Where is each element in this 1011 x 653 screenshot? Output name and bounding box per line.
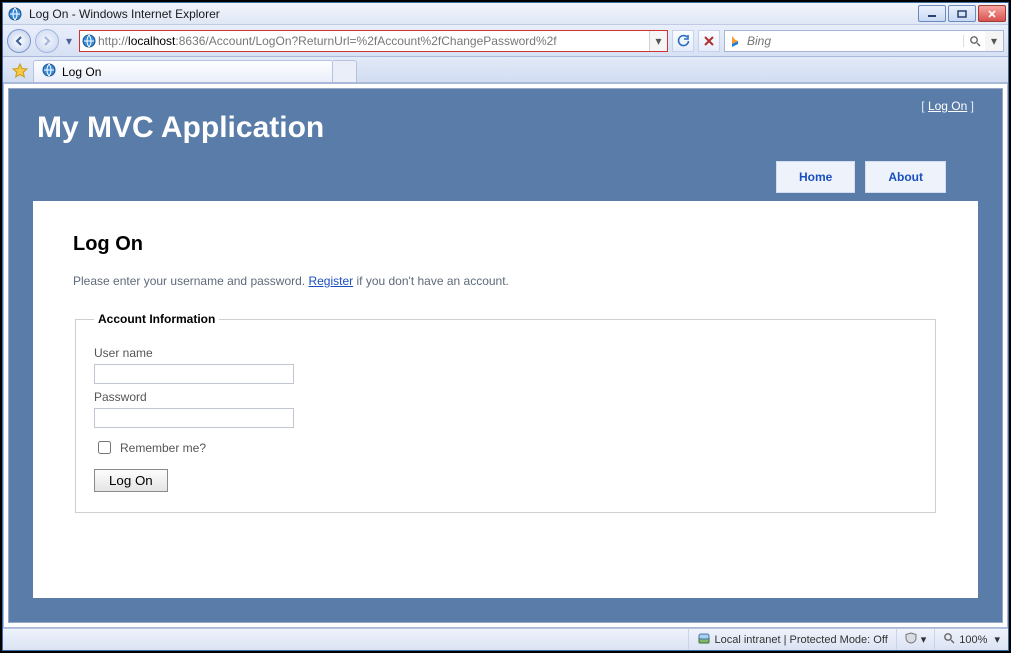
titlebar: Log On - Windows Internet Explorer (3, 3, 1008, 25)
page-icon (80, 34, 98, 48)
password-input[interactable] (94, 408, 294, 428)
favorites-button[interactable] (7, 60, 33, 82)
refresh-button[interactable] (672, 30, 694, 52)
tab-title: Log On (62, 65, 101, 79)
search-go-button[interactable] (963, 35, 985, 47)
zone-text: Local intranet | Protected Mode: Off (715, 634, 888, 646)
instructions-post: if you don't have an account. (353, 274, 509, 288)
remember-checkbox[interactable] (98, 441, 111, 454)
search-dropdown[interactable]: ▾ (985, 31, 1003, 51)
page-heading: Log On (73, 233, 938, 256)
url-input[interactable]: http://localhost:8636/Account/LogOn?Retu… (98, 31, 649, 51)
instructions: Please enter your username and password.… (73, 274, 938, 288)
new-tab-button[interactable] (333, 60, 357, 82)
username-input[interactable] (94, 364, 294, 384)
url-rest: :8636/Account/LogOn?ReturnUrl=%2fAccount… (175, 34, 556, 48)
back-button[interactable] (7, 29, 31, 53)
address-dropdown[interactable]: ▾ (649, 31, 667, 51)
remember-label: Remember me? (120, 441, 206, 455)
address-toolbar: ▾ http://localhost:8636/Account/LogOn?Re… (3, 25, 1008, 57)
minimize-button[interactable] (918, 5, 946, 22)
address-bar: http://localhost:8636/Account/LogOn?Retu… (79, 30, 668, 52)
stop-button[interactable] (698, 30, 720, 52)
fieldset-legend: Account Information (94, 312, 219, 326)
zone-icon (697, 631, 711, 648)
logon-link[interactable]: Log On (928, 99, 967, 113)
page-body: Log On Please enter your username and pa… (33, 201, 978, 598)
page-header: [ Log On ] My MVC Application Home About (9, 89, 1002, 201)
bracket-right: ] (967, 99, 974, 113)
security-settings-button[interactable]: ▾ (896, 629, 935, 650)
zoom-value: 100% (959, 634, 987, 646)
main-nav: Home About (37, 161, 974, 197)
close-button[interactable] (978, 5, 1006, 22)
tab-strip: Log On (3, 57, 1008, 83)
remember-row: Remember me? (94, 438, 917, 457)
search-input[interactable] (745, 33, 963, 49)
bracket-left: [ (921, 99, 928, 113)
active-tab[interactable]: Log On (33, 60, 333, 82)
login-status: [ Log On ] (921, 99, 974, 113)
tab-page-icon (42, 63, 56, 80)
url-prefix: http:// (98, 34, 128, 48)
bing-icon (725, 34, 745, 48)
register-link[interactable]: Register (308, 274, 353, 288)
window-controls (918, 5, 1008, 22)
logon-submit-button[interactable]: Log On (94, 469, 168, 492)
status-bar: Local intranet | Protected Mode: Off ▾ 1… (3, 628, 1008, 650)
page-frame: [ Log On ] My MVC Application Home About… (8, 88, 1003, 623)
search-box: ▾ (724, 30, 1004, 52)
security-zone[interactable]: Local intranet | Protected Mode: Off (688, 629, 896, 650)
ie-icon (7, 6, 23, 22)
ie-window: Log On - Windows Internet Explorer ▾ (2, 2, 1009, 651)
shield-icon (905, 632, 917, 647)
password-label: Password (94, 390, 917, 404)
nav-tab-about[interactable]: About (865, 161, 946, 193)
zoom-control[interactable]: 100% ▾ (934, 629, 1008, 650)
username-label: User name (94, 346, 917, 360)
nav-history-dropdown[interactable]: ▾ (63, 30, 75, 52)
app-title: My MVC Application (37, 111, 974, 145)
instructions-pre: Please enter your username and password. (73, 274, 308, 288)
maximize-button[interactable] (948, 5, 976, 22)
window-title: Log On - Windows Internet Explorer (29, 7, 220, 21)
url-host: localhost (128, 34, 175, 48)
zoom-icon (943, 632, 955, 647)
account-fieldset: Account Information User name Password R… (75, 312, 936, 513)
viewport: [ Log On ] My MVC Application Home About… (3, 83, 1008, 628)
nav-tab-home[interactable]: Home (776, 161, 855, 193)
forward-button[interactable] (35, 29, 59, 53)
